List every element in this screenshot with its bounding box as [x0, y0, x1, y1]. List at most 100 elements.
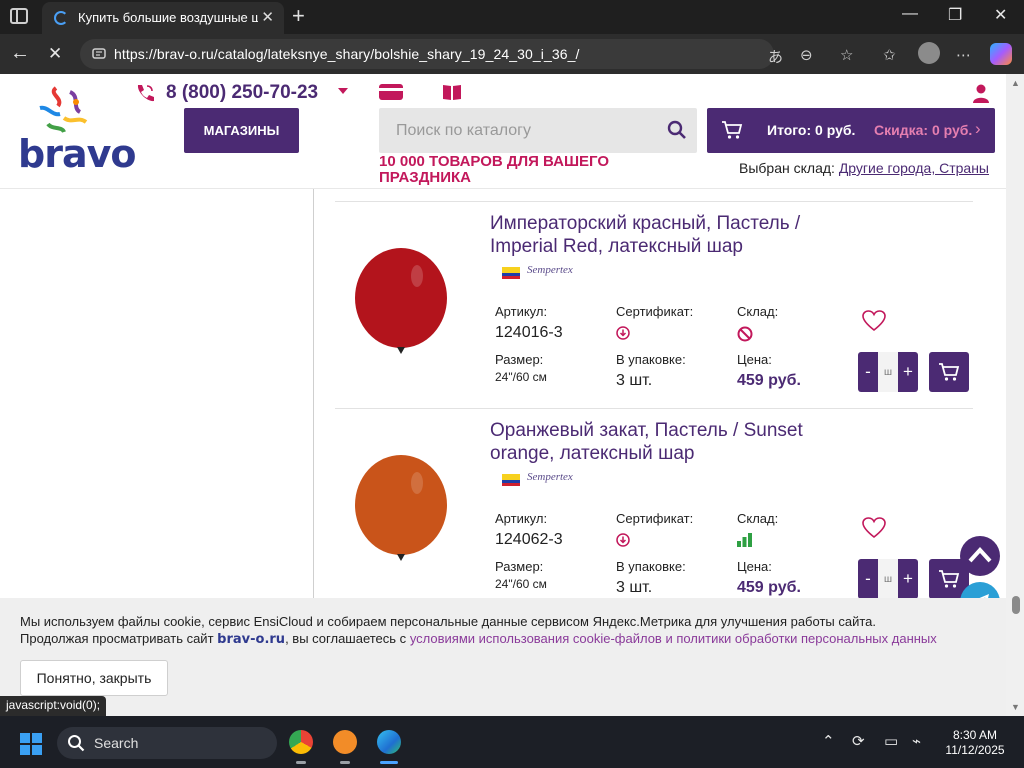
- cart-summary-button[interactable]: Итого: 0 руб. Скидка: 0 руб. ›: [707, 108, 995, 153]
- taskbar: Search ⌃ ⟳ ▭ ⌁ 8:30 AM 11/12/2025: [0, 716, 1024, 768]
- favorite-star-icon[interactable]: ☆: [840, 46, 853, 64]
- search-icon[interactable]: [667, 120, 687, 140]
- restore-icon[interactable]: ❐: [948, 5, 962, 25]
- price-value: 459 руб.: [737, 372, 801, 389]
- edge-icon[interactable]: [377, 730, 401, 754]
- product-name[interactable]: Императорский красный, Пастель / Imperia…: [490, 212, 850, 258]
- qty-plus-button[interactable]: +: [898, 559, 918, 599]
- new-tab-icon[interactable]: +: [292, 3, 305, 29]
- chevron-right-icon: ›: [975, 119, 981, 138]
- user-account-icon[interactable]: [972, 83, 990, 103]
- app-orange-icon[interactable]: [333, 730, 357, 754]
- qty-plus-button[interactable]: +: [898, 352, 918, 392]
- payment-card-icon[interactable]: [379, 84, 403, 100]
- warehouse-link[interactable]: Другие города, Страны: [839, 160, 989, 176]
- qty-minus-button[interactable]: -: [858, 559, 878, 599]
- balloon-image[interactable]: [353, 453, 453, 568]
- phone-dropdown-icon[interactable]: [338, 88, 348, 94]
- cookie-policy-link[interactable]: условиями использования cookie-файлов и …: [410, 631, 937, 646]
- page-scrollbar[interactable]: ▲ ▼: [1006, 74, 1024, 716]
- back-arrow-icon[interactable]: ←: [10, 42, 30, 65]
- quantity-stepper: - +: [858, 559, 918, 599]
- cookie-accept-button[interactable]: Понятно, закрыть: [20, 660, 168, 696]
- qty-input[interactable]: [878, 559, 898, 599]
- favorite-heart-icon[interactable]: [861, 309, 887, 333]
- catalog-search: [379, 108, 697, 153]
- certificate-download-icon[interactable]: [616, 326, 630, 340]
- loading-spinner-icon: [54, 11, 68, 25]
- favorite-heart-icon[interactable]: [861, 516, 887, 540]
- scroll-thumb[interactable]: [1012, 596, 1020, 614]
- certificate-download-icon[interactable]: [616, 533, 630, 547]
- search-icon: [68, 735, 85, 752]
- cart-icon: [939, 570, 960, 588]
- qty-input[interactable]: [878, 352, 898, 392]
- out-of-stock-icon: [737, 326, 753, 342]
- warehouse-selector: Выбран склад: Другие города, Страны: [739, 160, 989, 176]
- search-input[interactable]: [379, 108, 659, 153]
- cookie-prefix: Продолжая просматривать сайт: [20, 631, 214, 646]
- size-value: 24"/60 см: [495, 577, 547, 591]
- phone-number[interactable]: 8 (800) 250-70-23: [166, 82, 318, 104]
- article-value: 124016-3: [495, 324, 563, 341]
- browser-tab-bar: Купить большие воздушные шар ✕ + — ❐ ✕: [0, 0, 1024, 34]
- size-label: Размер:: [495, 352, 544, 367]
- colombia-flag-icon: [502, 267, 520, 279]
- quantity-stepper: - +: [858, 352, 918, 392]
- site-info-icon[interactable]: [92, 46, 106, 60]
- stock-label: Склад:: [737, 304, 779, 319]
- reading-mode-icon[interactable]: ⊖: [800, 46, 813, 64]
- cookie-text-line1: Мы используем файлы cookie, сервис EnsiC…: [20, 614, 877, 629]
- window-close-icon[interactable]: ✕: [994, 5, 1007, 25]
- catalog-book-icon[interactable]: [442, 83, 462, 101]
- cart-total: Итого: 0 руб.: [767, 122, 856, 138]
- pack-value: 3 шт.: [616, 372, 653, 389]
- browser-tab-active[interactable]: Купить большие воздушные шар ✕: [42, 2, 284, 34]
- taskbar-search-label: Search: [94, 735, 139, 751]
- display-icon[interactable]: ▭: [884, 732, 898, 750]
- taskbar-search[interactable]: Search: [57, 727, 277, 759]
- clock-date: 11/12/2025: [945, 743, 1005, 757]
- price-label: Цена:: [737, 352, 772, 367]
- profile-avatar[interactable]: [918, 42, 940, 64]
- warehouse-label: Выбран склад:: [739, 160, 835, 176]
- pack-label: В упаковке:: [616, 352, 686, 367]
- scroll-up-icon[interactable]: ▲: [1011, 78, 1020, 88]
- stop-loading-icon[interactable]: ✕: [48, 44, 62, 64]
- scroll-down-icon[interactable]: ▼: [1011, 702, 1020, 712]
- stock-label: Склад:: [737, 511, 779, 526]
- chrome-icon[interactable]: [289, 730, 313, 754]
- scroll-to-top-button[interactable]: [960, 536, 1000, 576]
- favorites-list-icon[interactable]: ✩: [883, 46, 896, 64]
- copilot-icon[interactable]: [990, 43, 1012, 65]
- tagline: 10 000 ТОВАРОВ ДЛЯ ВАШЕГО ПРАЗДНИКА: [379, 153, 610, 186]
- price-value: 459 руб.: [737, 579, 801, 596]
- url-field[interactable]: https://brav-o.ru/catalog/lateksnye_shar…: [80, 39, 774, 69]
- cookie-middle: , вы соглашаетесь с: [285, 631, 407, 646]
- stores-button[interactable]: МАГАЗИНЫ: [184, 108, 299, 153]
- certificate-label: Сертификат:: [616, 511, 694, 526]
- minimize-icon[interactable]: —: [902, 5, 918, 23]
- product-card-1: Императорский красный, Пастель / Imperia…: [335, 201, 973, 408]
- more-menu-icon[interactable]: ⋯: [956, 46, 971, 64]
- cart-icon: [722, 121, 743, 139]
- article-label: Артикул:: [495, 304, 548, 319]
- site-header: bravo 8 (800) 250-70-23 МАГАЗИНЫ Поиск п…: [0, 74, 1006, 189]
- qty-minus-button[interactable]: -: [858, 352, 878, 392]
- windows-start-icon[interactable]: [20, 733, 42, 755]
- product-name[interactable]: Оранжевый закат, Пастель / Sunset orange…: [490, 419, 850, 465]
- taskbar-clock[interactable]: 8:30 AM 11/12/2025: [940, 728, 1010, 758]
- network-icon[interactable]: ⌁: [912, 732, 921, 750]
- add-to-cart-button[interactable]: [929, 352, 969, 392]
- tray-overflow-chevron-icon[interactable]: ⌃: [822, 732, 835, 750]
- tab-close-icon[interactable]: ✕: [261, 8, 274, 26]
- translate-icon[interactable]: あ: [768, 46, 783, 67]
- app-running-indicator: [340, 761, 350, 764]
- tab-actions-icon[interactable]: [10, 8, 28, 24]
- cookie-text-line2: Продолжая просматривать сайт brav-o.ru, …: [20, 631, 937, 647]
- colombia-flag-icon: [502, 474, 520, 486]
- pack-label: В упаковке:: [616, 559, 686, 574]
- sync-icon[interactable]: ⟳: [852, 732, 865, 750]
- logo-text[interactable]: bravo: [18, 132, 136, 176]
- balloon-image[interactable]: [353, 246, 453, 361]
